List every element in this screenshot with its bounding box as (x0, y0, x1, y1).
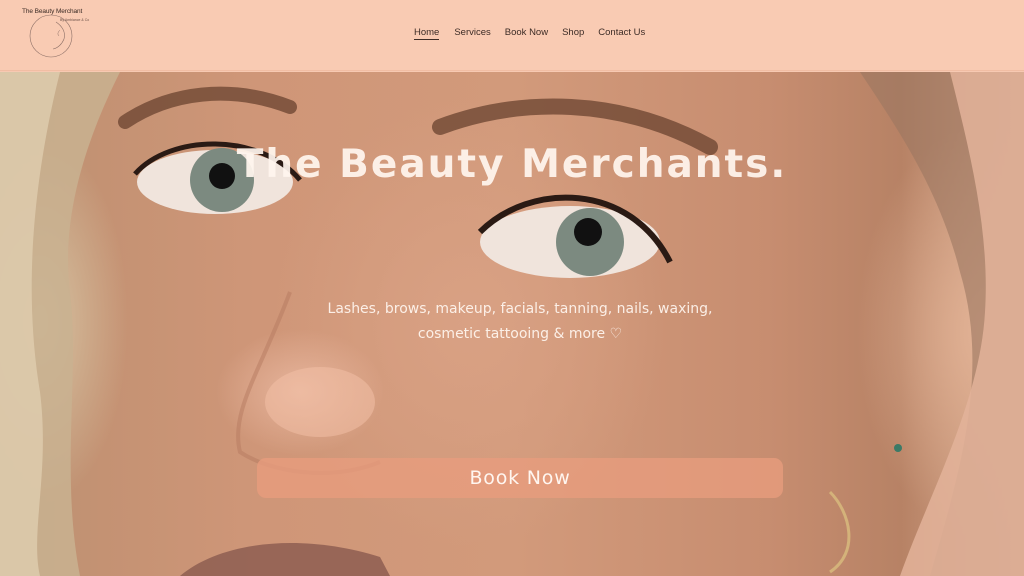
site-logo[interactable]: The Beauty Merchant By Ambiance & Co (22, 8, 90, 58)
nav-home[interactable]: Home (414, 26, 440, 40)
nav-services[interactable]: Services (454, 26, 490, 42)
hero-subtitle: Lashes, brows, makeup, facials, tanning,… (327, 301, 713, 342)
logo-subtitle: By Ambiance & Co (60, 18, 90, 22)
site-header: The Beauty Merchant By Ambiance & Co Hom… (0, 0, 1024, 71)
logo-title: The Beauty Merchant (22, 8, 83, 15)
nav-shop[interactable]: Shop (562, 26, 584, 42)
face-line-art-icon (29, 14, 73, 58)
main-nav: Home Services Book Now Shop Contact Us (414, 26, 645, 42)
nav-contact-us[interactable]: Contact Us (598, 26, 645, 42)
hero-section: The Beauty Merchants. Lashes, brows, mak… (0, 72, 1024, 576)
nav-book-now[interactable]: Book Now (505, 26, 548, 42)
book-now-button[interactable]: Book Now (257, 458, 783, 498)
hero-title: The Beauty Merchants. (236, 142, 788, 187)
